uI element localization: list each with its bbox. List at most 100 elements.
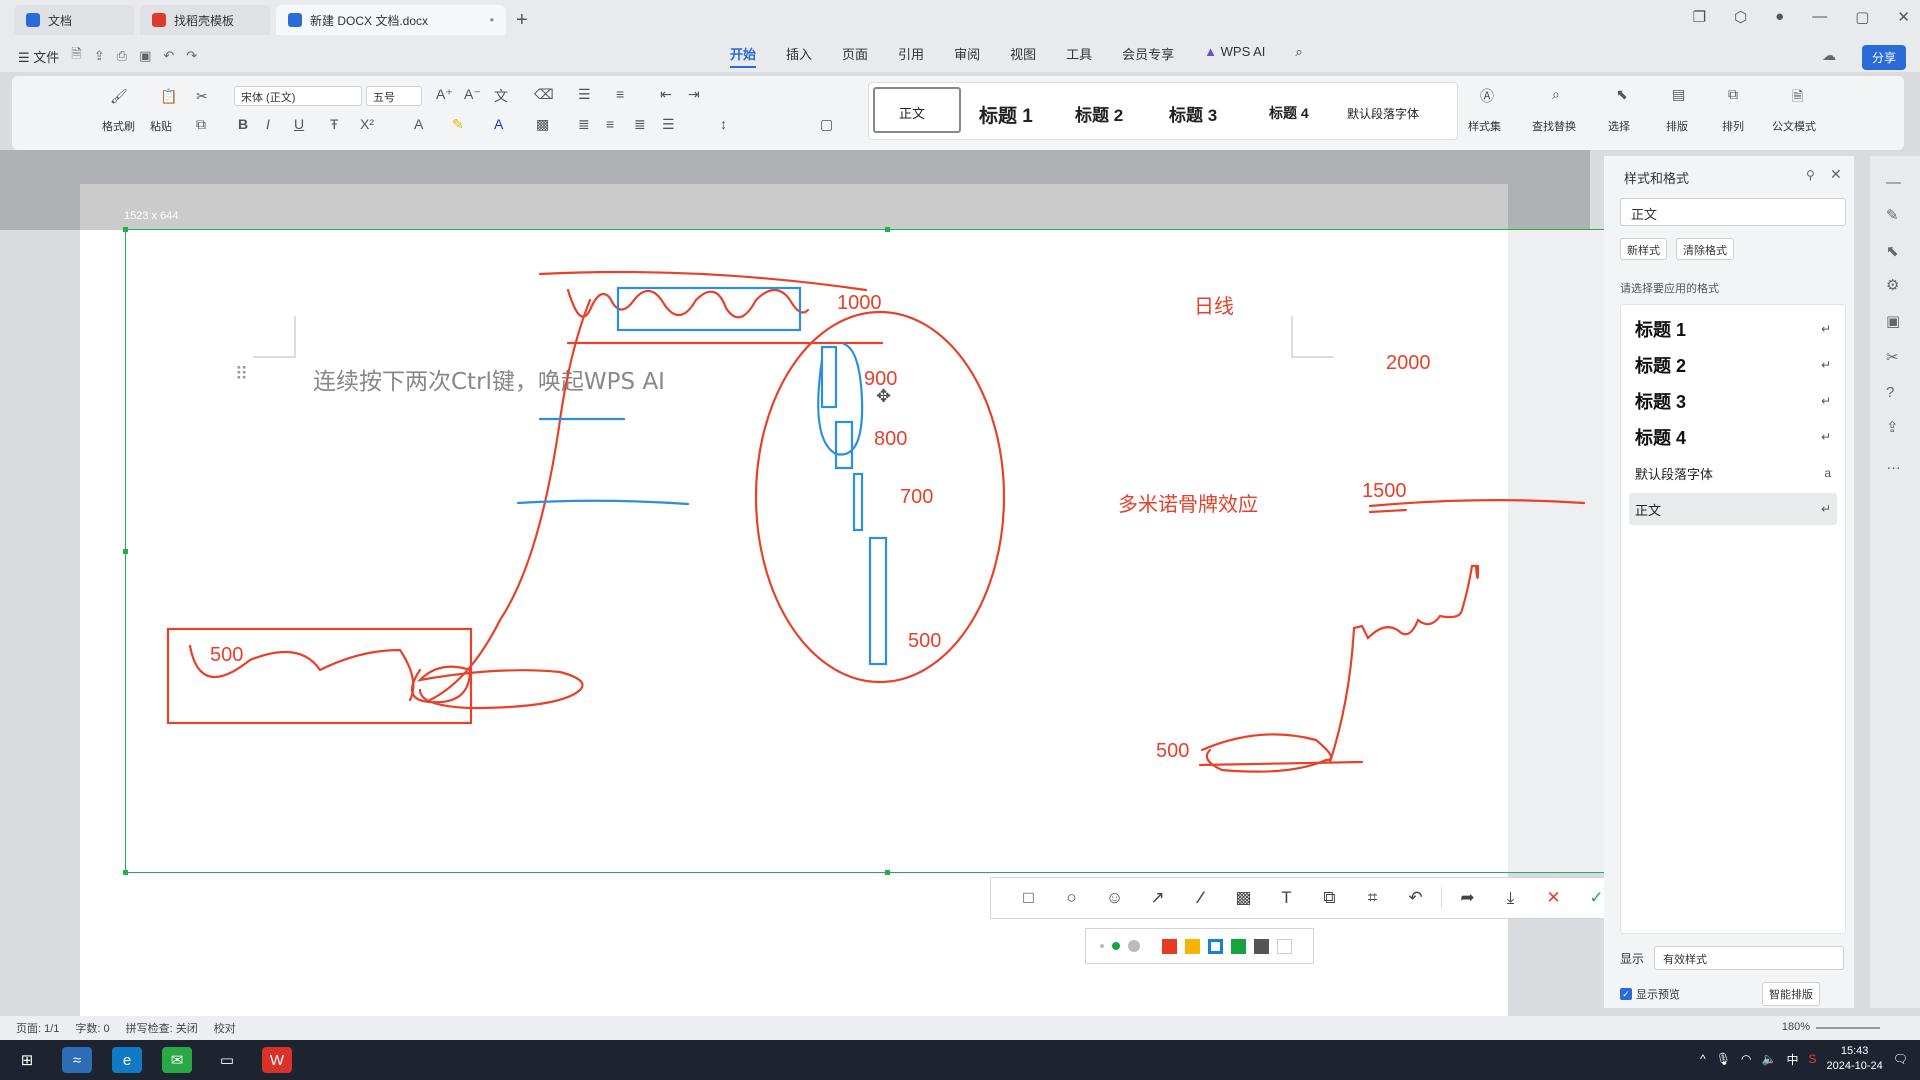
notification-icon[interactable]: 🗨 [1893, 1052, 1908, 1066]
spell-check[interactable]: 拼写检查: 关闭 [126, 1020, 198, 1036]
clear-format-icon[interactable]: ⌫ [534, 86, 554, 103]
rectangle-tool-icon[interactable]: □ [1007, 888, 1050, 908]
emoji-tool-icon[interactable]: ☺ [1093, 888, 1136, 908]
arrange-label[interactable]: 排列 [1722, 118, 1744, 134]
new-tab-button[interactable]: + [516, 9, 528, 32]
char-shading-icon[interactable]: ▩ [536, 116, 549, 133]
paste-label[interactable]: 粘贴 [150, 118, 172, 134]
edit-icon[interactable]: ✎ [1886, 206, 1899, 224]
show-preview-checkbox[interactable]: ✓ 显示预览 [1620, 986, 1680, 1002]
official-doc-icon[interactable]: 🗎 [1792, 86, 1803, 110]
minimize-icon[interactable]: — [1812, 8, 1827, 26]
format-painter-icon[interactable]: 🖌 [110, 88, 128, 105]
decrease-indent-icon[interactable]: ⇤ [660, 86, 672, 103]
menu-tab-insert[interactable]: 插入 [786, 44, 812, 68]
menu-tab-view[interactable]: 视图 [1010, 44, 1036, 68]
style-heading-1[interactable]: 标题 1 [979, 101, 1033, 128]
borders-icon[interactable]: ▢ [820, 116, 833, 133]
new-style-button[interactable]: 新样式 [1620, 238, 1667, 260]
undo-tool-icon[interactable]: ↶ [1394, 888, 1437, 908]
close-icon[interactable]: ✕ [1897, 8, 1910, 26]
ellipse-tool-icon[interactable]: ○ [1050, 888, 1093, 908]
align-center-icon[interactable]: ≡ [606, 116, 614, 132]
underline-icon[interactable]: U [294, 116, 304, 132]
style-normal[interactable]: 正文 [899, 103, 925, 122]
sogou-icon[interactable]: S [1808, 1052, 1816, 1066]
menu-tab-review[interactable]: 审阅 [954, 44, 980, 68]
numbered-list-icon[interactable]: ≡ [616, 86, 624, 102]
windows-start-icon[interactable]: ⊞ [12, 1047, 42, 1073]
style-set-icon[interactable]: Ⓐ [1480, 86, 1494, 106]
grow-font-icon[interactable]: A⁺ [436, 86, 453, 103]
print-icon[interactable]: ⎙ [117, 48, 127, 64]
style-item-heading-3[interactable]: 标题 3 ↵ [1629, 385, 1837, 417]
paste-icon[interactable]: 📋 [160, 88, 177, 105]
save-icon[interactable]: 🗎 [71, 45, 81, 67]
layout-icon[interactable]: ▤ [1672, 86, 1685, 103]
share-panel-icon[interactable]: ⇪ [1886, 418, 1899, 436]
resize-handle[interactable] [123, 870, 128, 875]
arrange-icon[interactable]: ⧉ [1728, 86, 1738, 103]
pin-icon[interactable]: ⚲ [1806, 168, 1815, 182]
panel-title[interactable]: 样式和格式 [1624, 168, 1689, 187]
undo-icon[interactable]: ↶ [163, 48, 174, 64]
highlight-icon[interactable]: ✎ [452, 116, 464, 133]
pin-tool-icon[interactable]: ⧉ [1308, 888, 1351, 908]
proofread[interactable]: 校对 [214, 1020, 236, 1036]
tab-docs[interactable]: 文档 [14, 5, 134, 35]
color-yellow[interactable] [1185, 938, 1200, 954]
show-styles-select[interactable]: 有效样式 [1654, 946, 1844, 970]
cube-icon[interactable]: ⬡ [1734, 8, 1747, 26]
style-heading-2[interactable]: 标题 2 [1075, 101, 1123, 126]
cloud-sync-icon[interactable]: ☁ [1822, 47, 1836, 64]
bold-icon[interactable]: B [238, 116, 248, 132]
volume-icon[interactable]: 🔈 [1762, 1052, 1777, 1066]
shrink-font-icon[interactable]: A⁻ [464, 86, 481, 103]
increase-indent-icon[interactable]: ⇥ [688, 86, 700, 103]
current-style-select[interactable]: 正文 [1620, 198, 1846, 226]
maximize-icon[interactable]: ▢ [1855, 8, 1869, 26]
brush-size-large[interactable] [1128, 940, 1140, 952]
wifi-icon[interactable]: ◠ [1741, 1052, 1751, 1066]
find-replace-label[interactable]: 查找替换 [1532, 118, 1576, 134]
line-spacing-icon[interactable]: ↕ [720, 116, 727, 132]
arrow-tool-icon[interactable]: ↗ [1136, 888, 1179, 908]
search-icon[interactable]: ⌕ [1295, 44, 1302, 68]
style-default-paragraph[interactable]: 默认段落字体 [1347, 105, 1419, 122]
style-heading-3[interactable]: 标题 3 [1169, 101, 1217, 126]
color-red[interactable] [1162, 938, 1177, 954]
layout-label[interactable]: 排版 [1666, 118, 1688, 134]
select-label[interactable]: 选择 [1608, 118, 1630, 134]
menu-tab-member[interactable]: 会员专享 [1122, 44, 1174, 68]
style-item-default-font[interactable]: 默认段落字体 a [1629, 457, 1837, 489]
style-set-label[interactable]: 样式集 [1468, 118, 1501, 134]
smart-layout-button[interactable]: 智能排版 [1762, 982, 1820, 1006]
settings-icon[interactable]: ⚙ [1886, 276, 1899, 294]
window-restore-icon[interactable]: ❐ [1693, 8, 1706, 26]
tab-document[interactable]: 新建 DOCX 文档.docx • [276, 5, 506, 35]
align-right-icon[interactable]: ≣ [634, 116, 646, 133]
capture-selection[interactable] [123, 227, 1650, 875]
wps-icon[interactable]: W [262, 1047, 292, 1073]
clear-format-button[interactable]: 清除格式 [1676, 238, 1734, 260]
style-item-heading-1[interactable]: 标题 1 ↵ [1629, 313, 1837, 345]
cut-icon[interactable]: ✂ [196, 88, 208, 105]
image-icon[interactable]: ▣ [1886, 312, 1900, 330]
official-doc-label[interactable]: 公文模式 [1772, 118, 1816, 134]
wps-ai-button[interactable]: ▲ WPS AI [1204, 44, 1265, 68]
resize-handle[interactable] [123, 227, 128, 232]
redo-icon[interactable]: ↷ [186, 48, 197, 64]
mosaic-tool-icon[interactable]: ▩ [1222, 888, 1265, 908]
pen-tool-icon[interactable]: ⁄ [1179, 888, 1222, 908]
mic-icon[interactable]: 🎙 [1716, 1052, 1731, 1066]
clock[interactable]: 15:43 2024-10-24 [1826, 1044, 1882, 1074]
superscript-icon[interactable]: X² [360, 116, 374, 132]
panel-close-icon[interactable]: ✕ [1830, 166, 1842, 183]
color-green[interactable] [1231, 938, 1246, 954]
style-item-heading-2[interactable]: 标题 2 ↵ [1629, 349, 1837, 381]
file-menu[interactable]: ☰ 文件 [18, 47, 59, 66]
phonetic-icon[interactable]: 文 [494, 86, 508, 106]
color-gray[interactable] [1254, 938, 1269, 954]
export-icon[interactable]: ⇪ [94, 48, 105, 64]
resize-handle[interactable] [123, 549, 128, 554]
